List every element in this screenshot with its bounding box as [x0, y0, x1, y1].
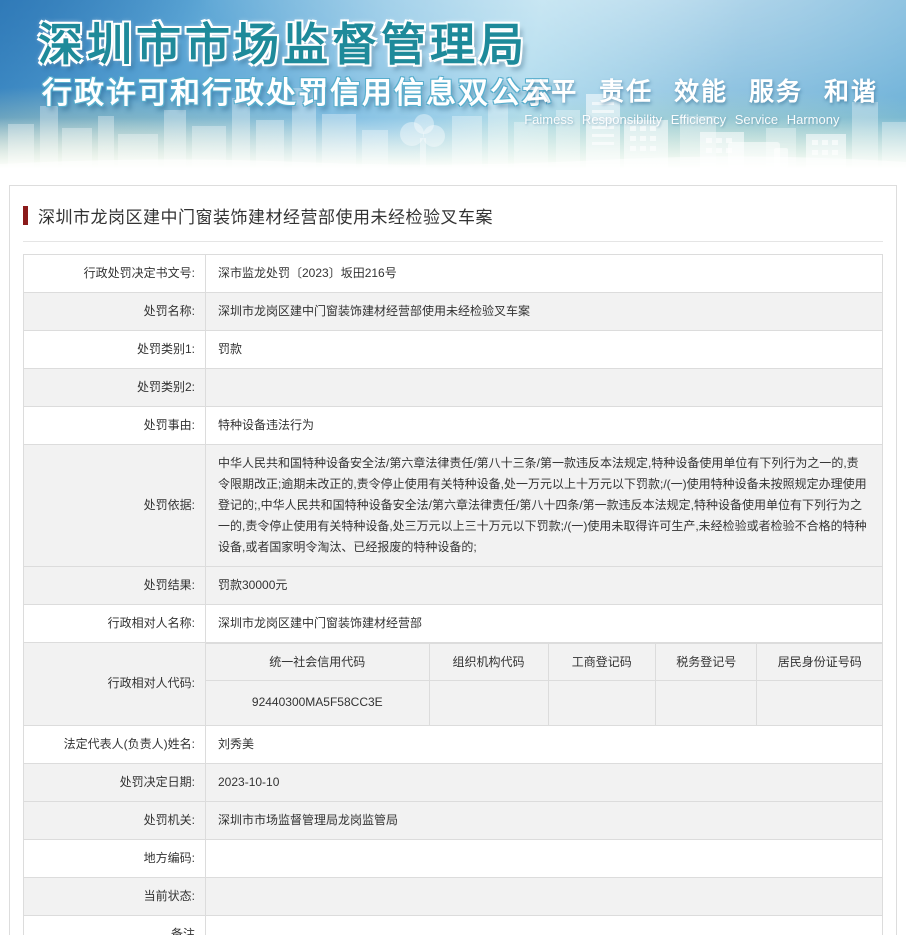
row-value: 2023-10-10 — [205, 762, 883, 802]
title-accent-bar — [23, 206, 28, 225]
party-code-subtable: 统一社会信用代码 组织机构代码 工商登记码 税务登记号 居民身份证号码 92440300M… — [206, 643, 882, 725]
subtable-header-cell: 居民身份证号码 — [756, 643, 882, 681]
subtable-header-cell: 工商登记码 — [547, 643, 657, 681]
subtable-header-cell: 税务登记号 — [655, 643, 758, 681]
slogan-english: Faimess Responsibility Efficiency Servic… — [524, 112, 840, 127]
table-row: 处罚依据: 中华人民共和国特种设备安全法/第六章法律责任/第八十三条/第一款违反本… — [23, 444, 883, 567]
case-title-row: 深圳市龙岗区建中门窗装饰建材经营部使用未经检验叉车案 — [10, 186, 896, 241]
table-row: 处罚类别2: — [23, 368, 883, 407]
table-row: 当前状态: — [23, 876, 883, 916]
row-value — [205, 368, 883, 407]
table-row: 行政相对人代码: 统一社会信用代码 组织机构代码 工商登记码 税务登记号 居民身份证号码 9… — [23, 642, 883, 726]
row-value — [205, 914, 883, 935]
row-value: 中华人民共和国特种设备安全法/第六章法律责任/第八十三条/第一款违反本法规定,特… — [205, 444, 883, 567]
row-value — [205, 838, 883, 878]
row-label: 处罚类别1: — [23, 330, 206, 369]
subtable-header-cell: 组织机构代码 — [428, 643, 549, 681]
row-label: 行政处罚决定书文号: — [23, 254, 206, 293]
row-label: 地方编码: — [23, 838, 206, 878]
row-label: 行政相对人代码: — [23, 642, 206, 726]
row-label: 处罚类别2: — [23, 368, 206, 407]
table-row: 行政相对人名称: 深圳市龙岗区建中门窗装饰建材经营部 — [23, 604, 883, 643]
header-banner: 深圳市市场监督管理局 行政许可和行政处罚信用信息双公示 公平 责任 效能 服务 … — [0, 0, 906, 168]
row-value: 罚款30000元 — [205, 566, 883, 605]
row-label: 当前状态: — [23, 876, 206, 916]
table-row: 备注 — [23, 914, 883, 935]
row-value: 特种设备违法行为 — [205, 406, 883, 445]
table-row: 行政处罚决定书文号: 深市监龙处罚〔2023〕坂田216号 — [23, 254, 883, 293]
table-row: 处罚事由: 特种设备违法行为 — [23, 406, 883, 445]
subtable-value-cell: 92440300MA5F58CC3E — [206, 680, 430, 725]
row-value-nested: 统一社会信用代码 组织机构代码 工商登记码 税务登记号 居民身份证号码 92440300M… — [205, 642, 883, 726]
subtable-value-cell — [428, 680, 549, 725]
row-value: 深圳市市场监督管理局龙岗监管局 — [205, 800, 883, 840]
org-title: 深圳市市场监督管理局 — [38, 19, 529, 70]
row-label: 法定代表人(负责人)姓名: — [23, 724, 206, 764]
penalty-info-table: 行政处罚决定书文号: 深市监龙处罚〔2023〕坂田216号 处罚名称: 深圳市龙岗区建… — [23, 254, 883, 935]
subtable-value-cell — [547, 680, 657, 725]
row-label: 行政相对人名称: — [23, 604, 206, 643]
slogan-block: 公平 责任 效能 服务 和谐 Faimess Responsibility Ef… — [524, 72, 878, 127]
banner-subtitle: 行政许可和行政处罚信用信息双公示 — [42, 77, 554, 110]
row-label: 处罚机关: — [23, 800, 206, 840]
title-separator — [23, 241, 883, 242]
subtable-value-row: 92440300MA5F58CC3E — [206, 680, 882, 725]
row-label: 处罚结果: — [23, 566, 206, 605]
table-row: 处罚决定日期: 2023-10-10 — [23, 762, 883, 802]
case-title: 深圳市龙岗区建中门窗装饰建材经营部使用未经检验叉车案 — [38, 208, 493, 227]
table-row: 处罚结果: 罚款30000元 — [23, 566, 883, 605]
row-value: 深圳市龙岗区建中门窗装饰建材经营部 — [205, 604, 883, 643]
slogan-chinese: 公平 责任 效能 服务 和谐 — [524, 78, 878, 106]
info-table-body: 行政处罚决定书文号: 深市监龙处罚〔2023〕坂田216号 处罚名称: 深圳市龙岗区建… — [23, 254, 883, 935]
table-row: 地方编码: — [23, 838, 883, 878]
row-label: 备注 — [23, 914, 206, 935]
subtable-header-row: 统一社会信用代码 组织机构代码 工商登记码 税务登记号 居民身份证号码 — [206, 643, 882, 681]
table-row: 处罚类别1: 罚款 — [23, 330, 883, 369]
subtable-header-cell: 统一社会信用代码 — [206, 643, 430, 681]
subtable-value-cell — [655, 680, 758, 725]
row-value: 深圳市龙岗区建中门窗装饰建材经营部使用未经检验叉车案 — [205, 292, 883, 331]
table-row: 处罚机关: 深圳市市场监督管理局龙岗监管局 — [23, 800, 883, 840]
subtable-value-cell — [756, 680, 882, 725]
row-label: 处罚名称: — [23, 292, 206, 331]
row-label: 处罚决定日期: — [23, 762, 206, 802]
table-row: 法定代表人(负责人)姓名: 刘秀美 — [23, 724, 883, 764]
row-value: 深市监龙处罚〔2023〕坂田216号 — [205, 254, 883, 293]
row-value: 罚款 — [205, 330, 883, 369]
row-value — [205, 876, 883, 916]
table-row: 处罚名称: 深圳市龙岗区建中门窗装饰建材经营部使用未经检验叉车案 — [23, 292, 883, 331]
content-panel: 深圳市龙岗区建中门窗装饰建材经营部使用未经检验叉车案 行政处罚决定书文号: 深市监… — [9, 185, 897, 935]
row-label: 处罚事由: — [23, 406, 206, 445]
row-label: 处罚依据: — [23, 444, 206, 567]
row-value: 刘秀美 — [205, 724, 883, 764]
